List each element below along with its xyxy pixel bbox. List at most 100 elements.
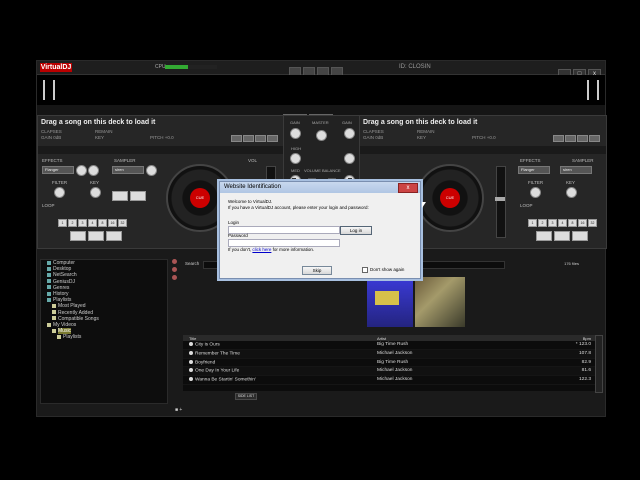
high-knob-left[interactable] [290,153,301,164]
deck-meta-2: REMAIN KEY [417,129,435,141]
sampler-transport [112,188,148,206]
cue-button[interactable] [70,231,86,241]
play-button[interactable] [88,231,104,241]
loop-button[interactable]: 8 [568,219,577,227]
add-icon[interactable]: + [179,407,182,413]
cpu-label: CPU [155,64,166,70]
stop-button[interactable] [106,231,122,241]
playlists-icon [47,297,51,302]
loop-button[interactable]: 3 [548,219,557,227]
platter-center[interactable]: CUE [190,188,210,208]
password-field[interactable] [228,239,340,247]
favorites-icon[interactable] [172,259,177,264]
gain-label: GAIN 0dB [41,135,62,140]
stop-button[interactable] [572,231,588,241]
lock-icon[interactable]: ■ [175,407,178,413]
table-row[interactable]: One Day In Your Life Michael Jackson 81.6 [183,367,597,377]
video-thumbnail-2[interactable] [415,277,465,327]
key-btn-2[interactable] [243,135,254,142]
song-bpm: 122.3 [578,377,591,383]
dialog-title: Website Identification [220,182,420,193]
skip-button[interactable]: Skip [302,266,332,275]
cpu-meter [165,65,217,69]
key-knob[interactable] [566,187,577,198]
key-knob-label: KEY [90,180,100,185]
key-btn-3[interactable] [577,135,588,142]
filter-knob[interactable] [54,187,65,198]
key-btn-1[interactable] [553,135,564,142]
platter-center[interactable]: CUE [440,188,460,208]
song-bpm: 81.6 [581,368,591,374]
log-in-button[interactable]: Log in [340,226,372,235]
sampler-dropdown[interactable]: siren [560,166,592,174]
table-row[interactable]: Boyfriend Big Time Rush 82.9 [183,359,597,368]
sampler-knob[interactable] [146,165,157,176]
loop-button[interactable]: 32 [588,219,597,227]
dialog-close-button[interactable]: x [398,183,418,193]
effect-dropdown[interactable]: Flanger [518,166,550,174]
song-list: Title Artist Bpm City is Ours Big Time Ru… [183,335,597,391]
sampler-icon[interactable] [172,275,177,280]
key-btn-4[interactable] [589,135,600,142]
cue-button[interactable] [536,231,552,241]
key-btn-3[interactable] [255,135,266,142]
key-knob[interactable] [90,187,101,198]
tree-item[interactable]: Playlists [41,334,167,340]
history-icon [47,291,51,296]
pitch-slider[interactable] [495,166,506,238]
key-btn-1[interactable] [231,135,242,142]
loop-button[interactable]: 2 [68,219,77,227]
dont-show-again-checkbox[interactable]: Don't show again [362,267,404,273]
gain-label-left: GAIN [290,120,300,125]
filter-knob[interactable] [530,187,541,198]
side-list-button[interactable]: SIDE LIST [235,393,257,400]
search-label: Search [185,261,200,266]
play-button[interactable] [554,231,570,241]
high-knob-right[interactable] [344,153,355,164]
loop-button[interactable]: 16 [578,219,587,227]
key-sync-buttons [552,129,600,147]
key-btn-4[interactable] [267,135,278,142]
loop-button[interactable]: 4 [558,219,567,227]
loop-button[interactable]: 8 [98,219,107,227]
sampler-play-button[interactable] [112,191,128,201]
effect-knob-1[interactable] [76,165,87,176]
sampler-rec-button[interactable] [130,191,146,201]
high-label: HIGH [291,146,301,151]
key-knob-label: KEY [566,180,576,185]
table-row[interactable]: Wanna Be Startin' Somethin' Michael Jacks… [183,376,597,385]
loop-button[interactable]: 3 [78,219,87,227]
master-knob[interactable] [316,130,327,141]
effect-knob-2[interactable] [88,165,99,176]
table-row[interactable]: Remember The Time Michael Jackson 107.8 [183,349,597,359]
balance-label: BALANCE [322,168,341,173]
geniusdj-icon [47,279,51,284]
sampler-dropdown[interactable]: siren [112,166,144,174]
loop-button[interactable]: 32 [118,219,127,227]
folder-icon [52,310,56,315]
song-artist: Big Time Rush [377,359,409,365]
loop-button[interactable]: 4 [88,219,97,227]
record-icon[interactable] [172,267,177,272]
loop-button[interactable]: 16 [108,219,117,227]
video-thumbnail-1[interactable] [367,277,413,327]
login-label: Login [228,220,240,225]
effect-dropdown[interactable]: Flanger [42,166,74,174]
song-artist: Michael Jackson [377,368,413,374]
jog-wheel-right[interactable]: CUE [416,164,484,232]
table-row[interactable]: City is Ours Big Time Rush * 123.0 [183,341,597,350]
song-list-scrollbar[interactable] [595,335,603,393]
checkbox-icon[interactable] [362,267,368,273]
dont-show-label: Don't show again [370,267,405,273]
loop-button[interactable]: 1 [528,219,537,227]
loop-button[interactable]: 1 [58,219,67,227]
key-btn-2[interactable] [565,135,576,142]
folder-icon [52,303,56,308]
click-here-link[interactable]: click here [252,247,271,252]
no-account-info: If you don't, click here for more inform… [228,247,314,252]
deck-load-text: Drag a song on this deck to load it [41,119,156,126]
loop-button[interactable]: 2 [538,219,547,227]
master-label: MASTER [312,120,329,125]
gain-knob-right[interactable] [344,128,355,139]
gain-knob-left[interactable] [290,128,301,139]
